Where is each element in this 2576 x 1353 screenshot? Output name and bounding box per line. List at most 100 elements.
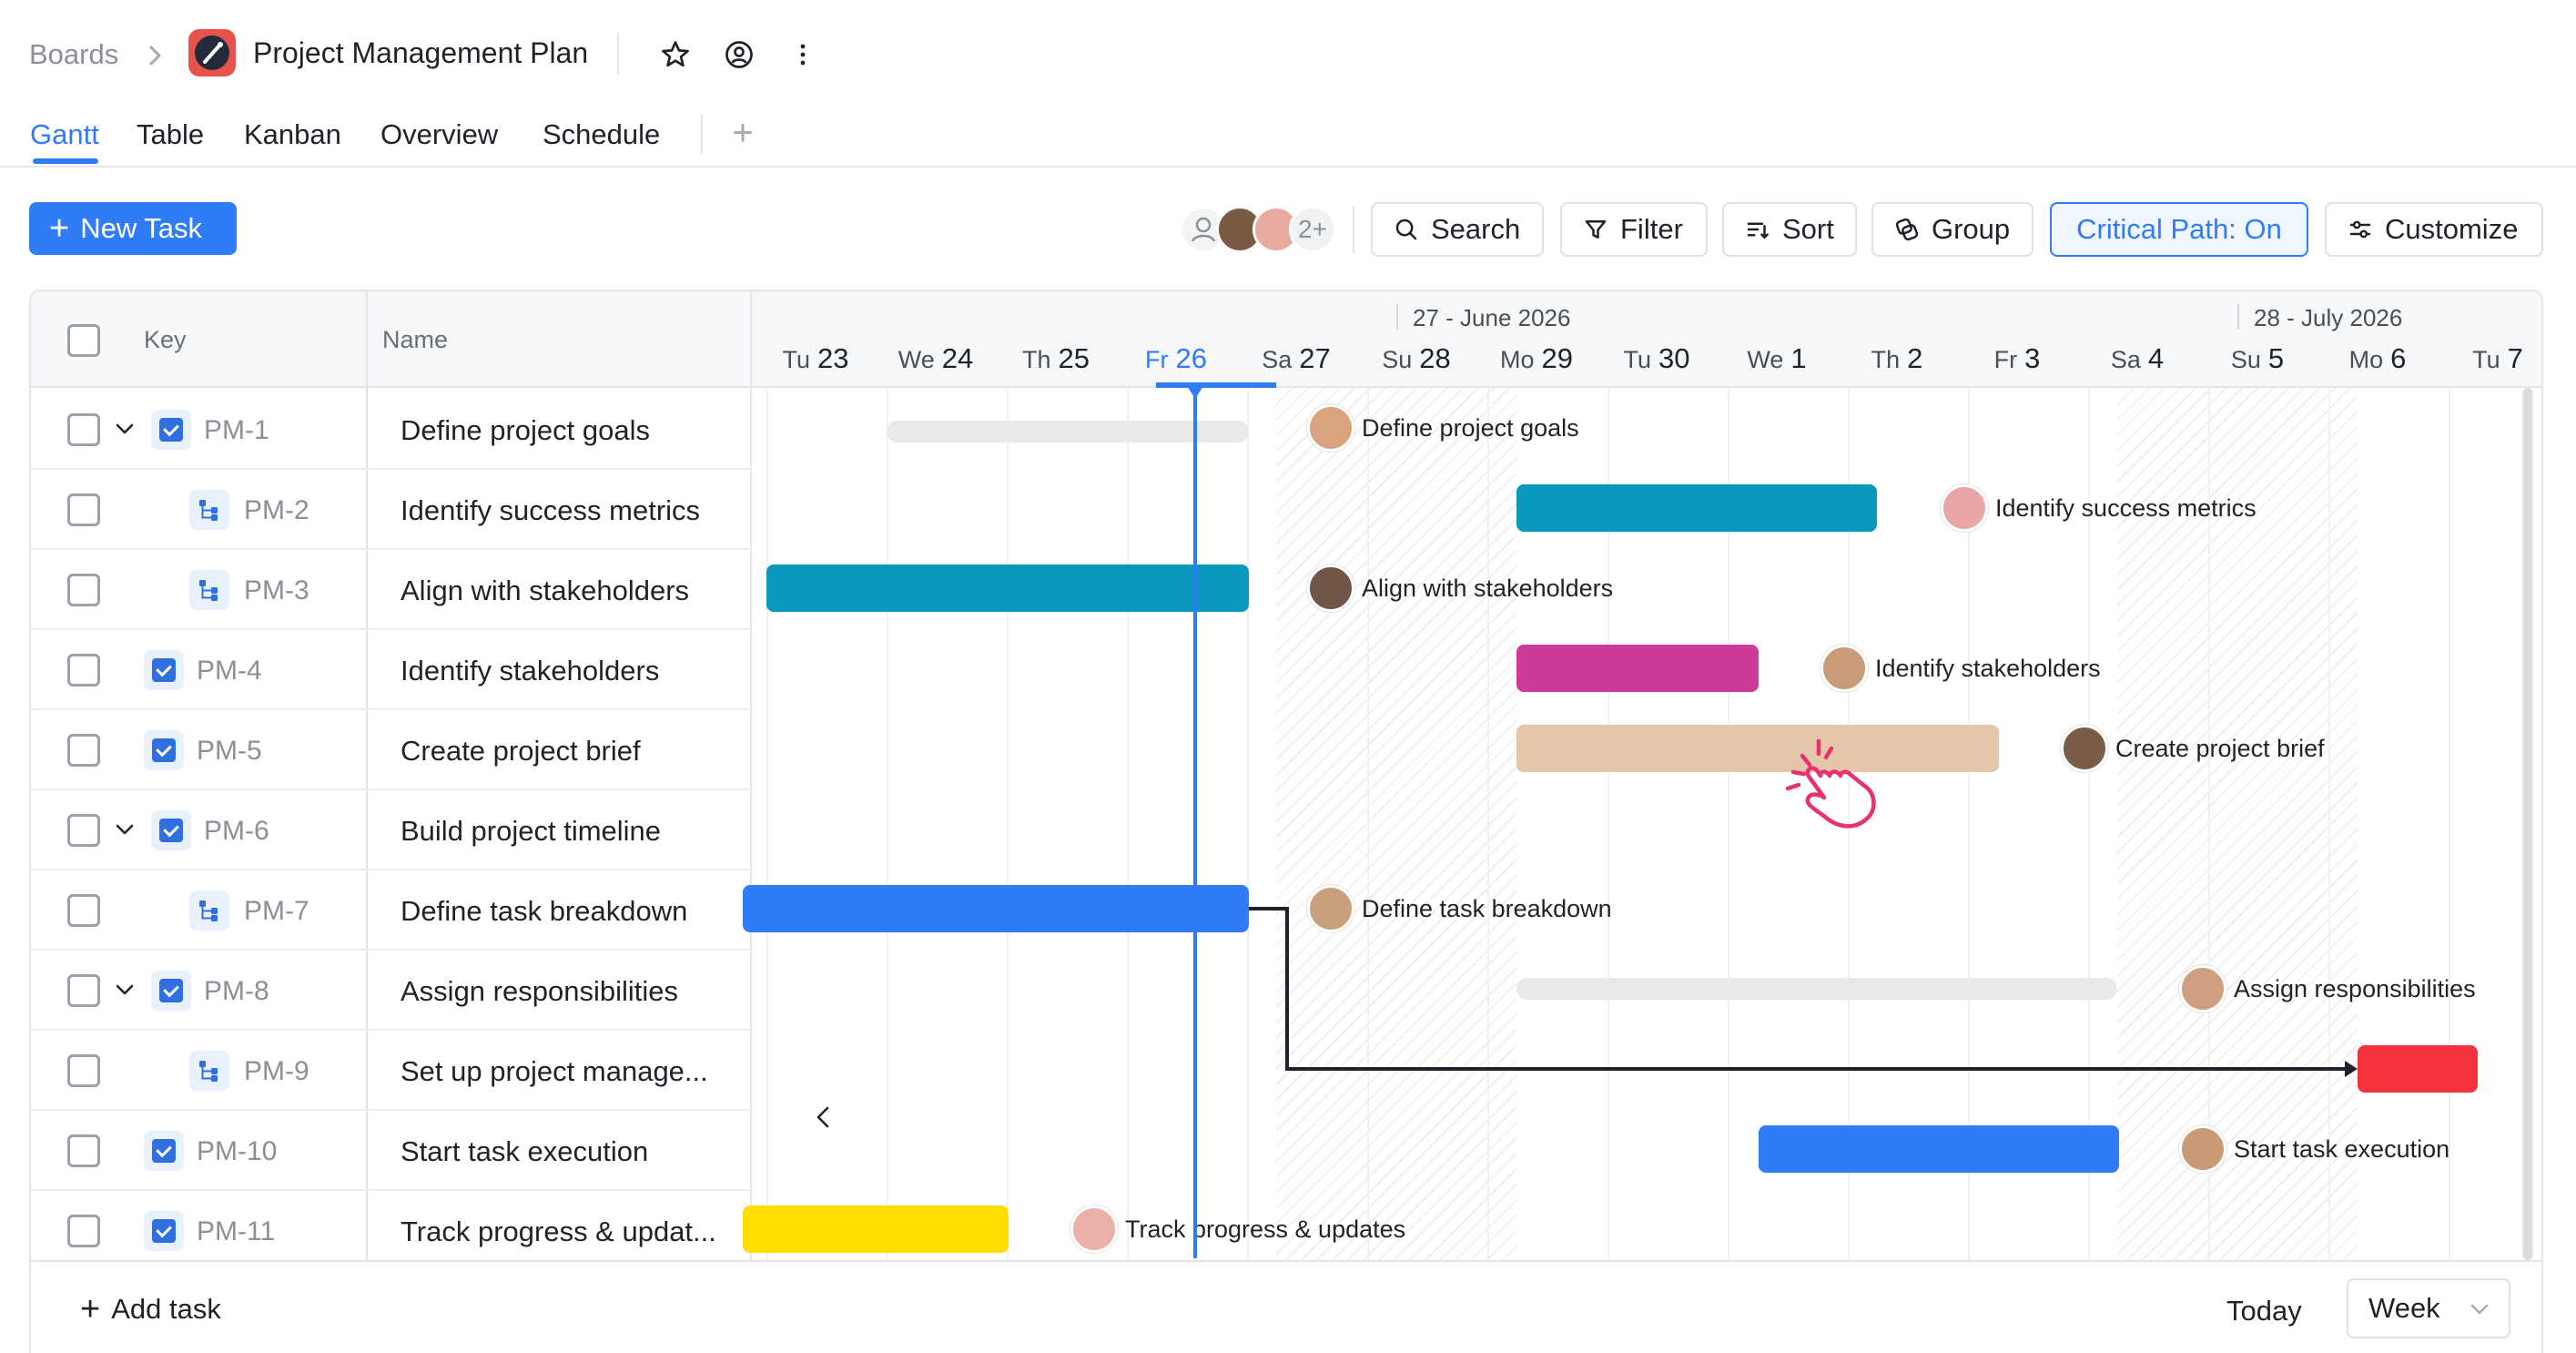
search-label: Search (1431, 213, 1521, 245)
table-row[interactable]: PM-7 Define task breakdown (31, 870, 752, 951)
day-header: Tu 7 (2472, 342, 2523, 374)
table-row[interactable]: PM-4 Identify stakeholders (31, 630, 752, 710)
sort-button[interactable]: Sort (1722, 202, 1857, 257)
tab-overview[interactable]: Overview (380, 118, 498, 151)
add-view-icon[interactable]: + (726, 115, 759, 151)
tab-kanban[interactable]: Kanban (244, 118, 341, 151)
task-key[interactable]: PM-6 (204, 816, 269, 847)
task-key[interactable]: PM-4 (197, 656, 262, 687)
task-name[interactable]: Define project goals (401, 414, 650, 447)
task-bar-pm-7[interactable] (743, 885, 1249, 932)
table-row[interactable]: PM-9 Set up project manage... (31, 1031, 752, 1111)
column-header-name[interactable]: Name (382, 326, 448, 354)
task-bar-pm-2[interactable] (1516, 484, 1877, 532)
new-task-button[interactable]: + New Task (29, 202, 237, 255)
row-checkbox[interactable] (67, 974, 100, 1007)
time-scale-value: Week (2368, 1292, 2440, 1324)
task-name[interactable]: Align with stakeholders (401, 575, 689, 607)
day-header: Tu 30 (1623, 342, 1690, 374)
summary-bar-pm-8[interactable] (1516, 978, 2117, 1000)
task-bar-pm-4[interactable] (1516, 645, 1759, 692)
star-icon[interactable] (657, 36, 694, 73)
task-key[interactable]: PM-1 (204, 415, 269, 446)
today-button[interactable]: Today (2226, 1295, 2302, 1328)
bar-label-pm-2: Identify success metrics (1941, 484, 2257, 532)
table-row[interactable]: PM-5 Create project brief (31, 710, 752, 790)
dependency-line (1249, 907, 1289, 910)
user-settings-icon[interactable] (721, 36, 757, 73)
task-bar-pm-9[interactable] (2358, 1045, 2478, 1093)
task-key[interactable]: PM-9 (244, 1056, 309, 1087)
task-key[interactable]: PM-2 (244, 495, 309, 526)
task-name[interactable]: Identify stakeholders (401, 655, 659, 687)
table-row[interactable]: PM-1 Define project goals (31, 390, 752, 470)
row-checkbox[interactable] (67, 814, 100, 847)
chevron-down-icon[interactable] (111, 816, 138, 843)
more-vertical-icon[interactable] (785, 36, 821, 73)
tab-schedule[interactable]: Schedule (543, 118, 660, 151)
search-button[interactable]: Search (1371, 202, 1544, 257)
column-header-key[interactable]: Key (144, 326, 187, 354)
table-row[interactable]: PM-6 Build project timeline (31, 790, 752, 870)
task-bar-pm-3[interactable] (766, 565, 1249, 612)
row-checkbox[interactable] (67, 654, 100, 687)
timeline: 27 - June 2026 28 - July 2026 Tu 23 We 24 Th… (743, 291, 2541, 1353)
time-scale-select[interactable]: Week (2347, 1278, 2510, 1338)
select-all-checkbox[interactable] (67, 324, 100, 357)
task-name[interactable]: Start task execution (401, 1135, 648, 1168)
subtask-icon (189, 570, 229, 610)
table-row[interactable]: PM-3 Align with stakeholders (31, 550, 752, 630)
member-avatars[interactable]: 2+ (1180, 204, 1336, 255)
task-key[interactable]: PM-5 (197, 736, 262, 767)
task-name[interactable]: Track progress & updat... (401, 1216, 716, 1248)
task-name[interactable]: Build project timeline (401, 815, 661, 848)
day-header: We 1 (1747, 342, 1807, 374)
chevron-left-icon[interactable] (810, 1104, 837, 1131)
row-checkbox[interactable] (67, 1215, 100, 1247)
chevron-down-icon[interactable] (111, 415, 138, 443)
tab-table[interactable]: Table (137, 118, 204, 151)
breadcrumb-boards[interactable]: Boards (29, 38, 118, 71)
task-bar-pm-10[interactable] (1759, 1125, 2119, 1173)
task-key[interactable]: PM-3 (244, 575, 309, 606)
task-key[interactable]: PM-8 (204, 976, 269, 1007)
row-checkbox[interactable] (67, 894, 100, 927)
task-bar-pm-11[interactable] (743, 1205, 1009, 1253)
day-header: Mo 29 (1500, 342, 1573, 374)
add-task-button[interactable]: + Add task (80, 1290, 221, 1328)
row-checkbox[interactable] (67, 734, 100, 767)
plus-icon: + (80, 1290, 101, 1328)
table-row[interactable]: PM-2 Identify success metrics (31, 470, 752, 550)
task-key[interactable]: PM-10 (197, 1136, 277, 1167)
task-name[interactable]: Assign responsibilities (401, 975, 678, 1008)
row-checkbox[interactable] (67, 1134, 100, 1167)
vertical-scrollbar[interactable] (2521, 388, 2534, 1260)
task-type-icon (144, 730, 184, 770)
board-logo-icon (188, 29, 236, 76)
task-bar-pm-5[interactable] (1516, 725, 1999, 772)
filter-button[interactable]: Filter (1560, 202, 1708, 257)
avatar (1307, 565, 1354, 612)
table-row[interactable]: PM-11 Track progress & updat... (31, 1191, 752, 1271)
group-button[interactable]: Group (1871, 202, 2033, 257)
customize-button[interactable]: Customize (2325, 202, 2543, 257)
chevron-down-icon[interactable] (111, 976, 138, 1003)
table-row[interactable]: PM-8 Assign responsibilities (31, 951, 752, 1031)
task-name[interactable]: Set up project manage... (401, 1055, 708, 1088)
task-name[interactable]: Define task breakdown (401, 895, 687, 928)
tab-gantt[interactable]: Gantt (30, 118, 99, 151)
sort-label: Sort (1782, 213, 1834, 245)
summary-bar-pm-1[interactable] (887, 421, 1249, 443)
critical-path-toggle[interactable]: Critical Path: On (2050, 202, 2308, 257)
task-key[interactable]: PM-11 (197, 1216, 275, 1247)
row-checkbox[interactable] (67, 574, 100, 606)
task-name[interactable]: Create project brief (401, 735, 641, 768)
row-checkbox[interactable] (67, 493, 100, 526)
view-tabs: Gantt Table Kanban Overview Schedule + (0, 109, 2576, 168)
task-key[interactable]: PM-7 (244, 896, 309, 927)
row-checkbox[interactable] (67, 1054, 100, 1087)
row-checkbox[interactable] (67, 413, 100, 446)
table-row[interactable]: PM-10 Start task execution (31, 1111, 752, 1191)
bar-label-pm-4: Identify stakeholders (1820, 645, 2101, 692)
task-name[interactable]: Identify success metrics (401, 494, 700, 527)
